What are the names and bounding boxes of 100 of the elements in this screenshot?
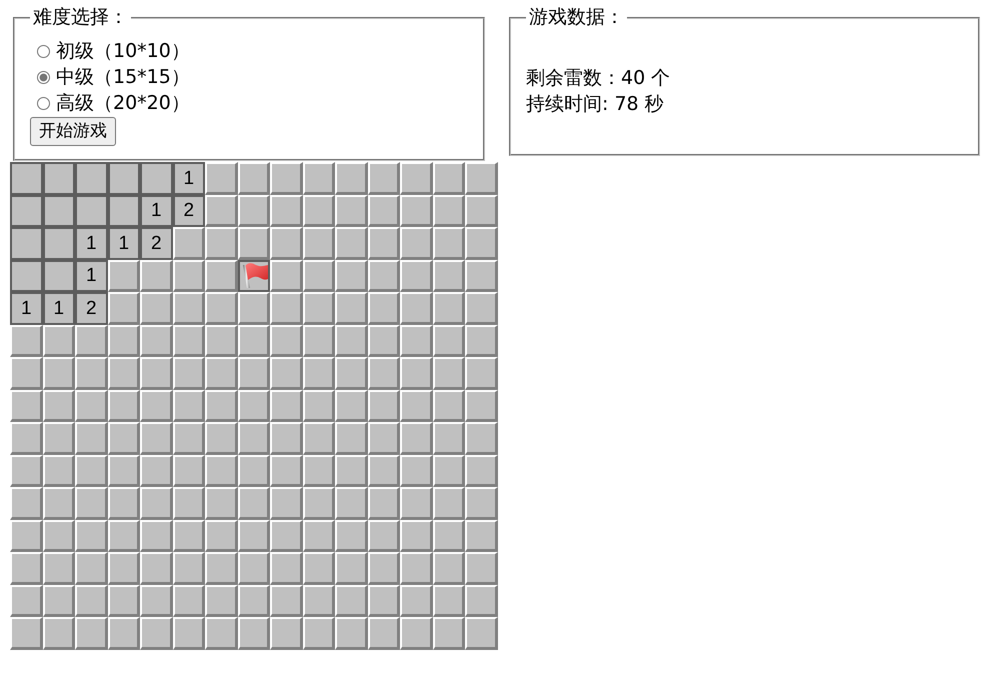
- hidden-cell[interactable]: [75, 390, 108, 422]
- hidden-cell[interactable]: [368, 162, 400, 194]
- hidden-cell[interactable]: [335, 584, 368, 617]
- hidden-cell[interactable]: [368, 617, 400, 650]
- hidden-cell[interactable]: [10, 617, 42, 650]
- hidden-cell[interactable]: [108, 260, 140, 292]
- hidden-cell[interactable]: [465, 520, 498, 552]
- hidden-cell[interactable]: [238, 422, 270, 454]
- hidden-cell[interactable]: [400, 390, 432, 422]
- hidden-cell[interactable]: [368, 194, 400, 227]
- hidden-cell[interactable]: [270, 520, 302, 552]
- hidden-cell[interactable]: [10, 454, 42, 487]
- hidden-cell[interactable]: [238, 390, 270, 422]
- hidden-cell[interactable]: [205, 227, 238, 260]
- hidden-cell[interactable]: [368, 487, 400, 520]
- hidden-cell[interactable]: [172, 422, 205, 454]
- start-button[interactable]: 开始游戏: [30, 117, 116, 146]
- hidden-cell[interactable]: [302, 324, 335, 357]
- hidden-cell[interactable]: [108, 520, 140, 552]
- hidden-cell[interactable]: [368, 260, 400, 292]
- hidden-cell[interactable]: [205, 357, 238, 390]
- hidden-cell[interactable]: [270, 390, 302, 422]
- hidden-cell[interactable]: [238, 292, 270, 324]
- hidden-cell[interactable]: [465, 260, 498, 292]
- hidden-cell[interactable]: [302, 422, 335, 454]
- hidden-cell[interactable]: [205, 617, 238, 650]
- hidden-cell[interactable]: [335, 227, 368, 260]
- hidden-cell[interactable]: [140, 520, 172, 552]
- hidden-cell[interactable]: [368, 227, 400, 260]
- revealed-cell[interactable]: [140, 162, 172, 194]
- hidden-cell[interactable]: [75, 422, 108, 454]
- flagged-cell[interactable]: [238, 260, 270, 292]
- hidden-cell[interactable]: [205, 390, 238, 422]
- hidden-cell[interactable]: [10, 520, 42, 552]
- hidden-cell[interactable]: [108, 324, 140, 357]
- hidden-cell[interactable]: [75, 487, 108, 520]
- hidden-cell[interactable]: [108, 292, 140, 324]
- hidden-cell[interactable]: [335, 194, 368, 227]
- hidden-cell[interactable]: [108, 422, 140, 454]
- hidden-cell[interactable]: [432, 454, 465, 487]
- hidden-cell[interactable]: [432, 227, 465, 260]
- hidden-cell[interactable]: [302, 260, 335, 292]
- revealed-cell[interactable]: [42, 162, 75, 194]
- option-label[interactable]: 初级（10*10）: [56, 38, 190, 64]
- hidden-cell[interactable]: [42, 584, 75, 617]
- hidden-cell[interactable]: [140, 487, 172, 520]
- hidden-cell[interactable]: [302, 162, 335, 194]
- hidden-cell[interactable]: [335, 487, 368, 520]
- hidden-cell[interactable]: [42, 617, 75, 650]
- radio-button[interactable]: [37, 70, 50, 84]
- hidden-cell[interactable]: [140, 324, 172, 357]
- hidden-cell[interactable]: [400, 552, 432, 584]
- hidden-cell[interactable]: [335, 617, 368, 650]
- hidden-cell[interactable]: [10, 584, 42, 617]
- hidden-cell[interactable]: [140, 584, 172, 617]
- hidden-cell[interactable]: [432, 292, 465, 324]
- revealed-cell[interactable]: [42, 194, 75, 227]
- hidden-cell[interactable]: [302, 227, 335, 260]
- hidden-cell[interactable]: [400, 584, 432, 617]
- hidden-cell[interactable]: [432, 194, 465, 227]
- hidden-cell[interactable]: [140, 552, 172, 584]
- hidden-cell[interactable]: [465, 357, 498, 390]
- hidden-cell[interactable]: [465, 617, 498, 650]
- hidden-cell[interactable]: [302, 520, 335, 552]
- hidden-cell[interactable]: [432, 260, 465, 292]
- hidden-cell[interactable]: [432, 487, 465, 520]
- hidden-cell[interactable]: [432, 584, 465, 617]
- hidden-cell[interactable]: [465, 162, 498, 194]
- hidden-cell[interactable]: [465, 390, 498, 422]
- hidden-cell[interactable]: [368, 520, 400, 552]
- revealed-cell[interactable]: 2: [140, 227, 172, 260]
- hidden-cell[interactable]: [465, 422, 498, 454]
- hidden-cell[interactable]: [172, 357, 205, 390]
- hidden-cell[interactable]: [10, 552, 42, 584]
- hidden-cell[interactable]: [432, 552, 465, 584]
- hidden-cell[interactable]: [400, 454, 432, 487]
- hidden-cell[interactable]: [465, 584, 498, 617]
- hidden-cell[interactable]: [302, 487, 335, 520]
- hidden-cell[interactable]: [302, 390, 335, 422]
- hidden-cell[interactable]: [172, 487, 205, 520]
- hidden-cell[interactable]: [432, 422, 465, 454]
- hidden-cell[interactable]: [238, 584, 270, 617]
- hidden-cell[interactable]: [400, 520, 432, 552]
- hidden-cell[interactable]: [205, 194, 238, 227]
- hidden-cell[interactable]: [172, 454, 205, 487]
- revealed-cell[interactable]: [10, 194, 42, 227]
- hidden-cell[interactable]: [302, 552, 335, 584]
- hidden-cell[interactable]: [270, 162, 302, 194]
- hidden-cell[interactable]: [238, 324, 270, 357]
- hidden-cell[interactable]: [270, 260, 302, 292]
- hidden-cell[interactable]: [400, 194, 432, 227]
- hidden-cell[interactable]: [108, 454, 140, 487]
- hidden-cell[interactable]: [108, 617, 140, 650]
- hidden-cell[interactable]: [205, 487, 238, 520]
- revealed-cell[interactable]: 1: [108, 227, 140, 260]
- hidden-cell[interactable]: [432, 324, 465, 357]
- hidden-cell[interactable]: [465, 454, 498, 487]
- hidden-cell[interactable]: [108, 487, 140, 520]
- hidden-cell[interactable]: [335, 324, 368, 357]
- hidden-cell[interactable]: [368, 390, 400, 422]
